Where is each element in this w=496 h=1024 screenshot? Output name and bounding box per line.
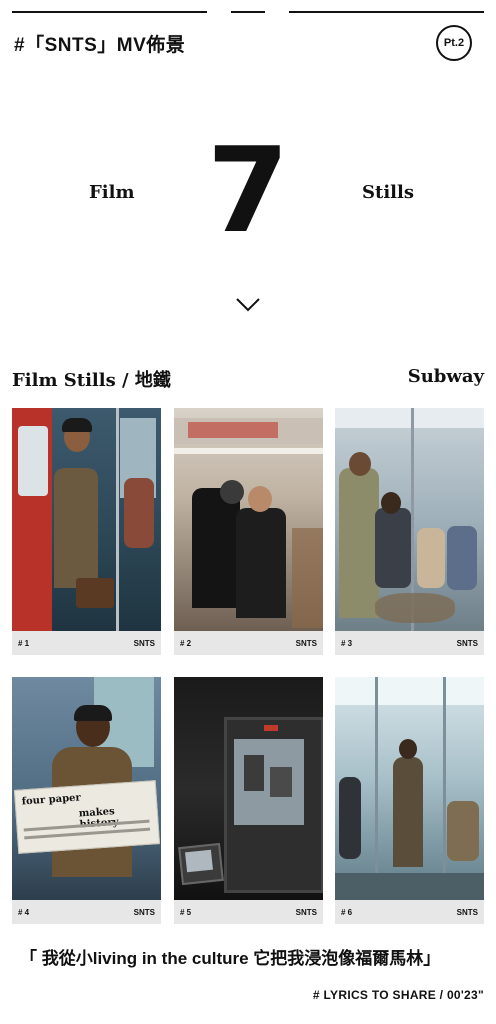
top-rule-middle [231, 11, 265, 13]
lyrics-quote: 「 我從小living in the culture 它把我浸泡像福爾馬林」 [20, 949, 441, 968]
film-still-photo-6 [335, 677, 484, 900]
hero-right-label: Stills [362, 182, 414, 203]
card-brand: SNTS [295, 907, 317, 917]
film-still-photo-5 [174, 677, 323, 900]
hero-number: 7 [206, 121, 290, 259]
film-still-card-5[interactable]: # 5 SNTS [174, 677, 323, 924]
top-rule-right [289, 11, 484, 13]
film-still-photo-2 [174, 408, 323, 631]
film-still-card-4[interactable]: four paper makes history # 4 SNTS [12, 677, 161, 924]
top-rule-left [12, 11, 207, 13]
film-still-card-3[interactable]: # 3 SNTS [335, 408, 484, 655]
card-brand: SNTS [133, 907, 155, 917]
section-subtitle: Subway [407, 366, 484, 387]
page-title: #「SNTS」MV佈景 [14, 35, 186, 56]
card-brand: SNTS [456, 907, 478, 917]
part-badge: Pt.2 [436, 25, 472, 61]
card-index: # 4 [18, 907, 30, 917]
card-index: # 2 [180, 638, 192, 648]
film-still-card-1[interactable]: # 1 SNTS [12, 408, 161, 655]
card-brand: SNTS [133, 638, 155, 648]
film-still-photo-1 [12, 408, 161, 631]
chevron-down-icon[interactable] [236, 298, 260, 312]
card-brand: SNTS [456, 638, 478, 648]
card-index: # 1 [18, 638, 30, 648]
film-still-card-6[interactable]: # 6 SNTS [335, 677, 484, 924]
lyrics-credit: # LYRICS TO SHARE / 00'23" [312, 988, 484, 1002]
film-still-photo-4: four paper makes history [12, 677, 161, 900]
section-title: Film Stills / 地鐵 [12, 370, 171, 391]
newspaper-headline-1: four paper [21, 792, 82, 808]
card-index: # 6 [341, 907, 353, 917]
film-still-photo-3 [335, 408, 484, 631]
hero-left-label: Film [89, 182, 135, 203]
card-index: # 5 [180, 907, 192, 917]
card-brand: SNTS [295, 638, 317, 648]
film-still-card-2[interactable]: # 2 SNTS [174, 408, 323, 655]
card-index: # 3 [341, 638, 353, 648]
